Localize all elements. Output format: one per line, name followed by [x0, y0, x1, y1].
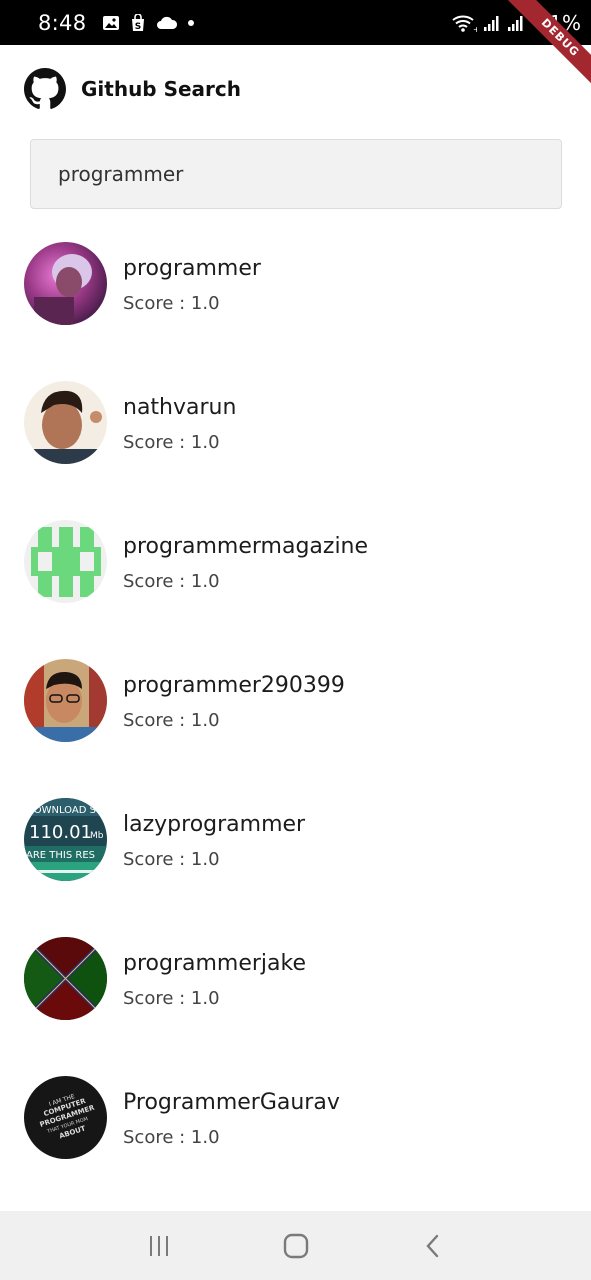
list-item[interactable]: programmer290399 Score : 1.0: [0, 645, 591, 755]
svg-text:S: S: [135, 22, 141, 32]
avatar-text: 110.01: [29, 822, 92, 843]
user-name: ProgrammerGaurav: [123, 1090, 340, 1115]
avatar: [24, 937, 107, 1020]
user-name: nathvarun: [123, 395, 237, 420]
wifi-icon: +: [451, 15, 477, 33]
user-score: Score : 1.0: [123, 710, 220, 731]
user-name: programmer290399: [123, 673, 345, 698]
list-item[interactable]: programmerjake Score : 1.0: [0, 923, 591, 1033]
avatar-text: Mb: [90, 831, 104, 841]
user-score: Score : 1.0: [123, 293, 220, 314]
cloud-icon: [157, 16, 178, 29]
home-icon: [283, 1233, 308, 1258]
signal-icon: [483, 15, 499, 31]
back-icon: [425, 1234, 438, 1257]
user-score: Score : 1.0: [123, 849, 220, 870]
user-score: Score : 1.0: [123, 1127, 220, 1148]
user-name: programmer: [123, 256, 261, 281]
notification-icons: S: [102, 13, 195, 32]
status-bar: 8:48 S + 31%: [0, 0, 591, 45]
avatar-text: ARE THIS RES: [26, 850, 95, 861]
user-score: Score : 1.0: [123, 571, 220, 592]
avatar: [24, 659, 107, 742]
list-item[interactable]: I AM THE COMPUTER PROGRAMMER THAT YOUR M…: [0, 1062, 591, 1172]
user-score: Score : 1.0: [123, 432, 220, 453]
list-item[interactable]: programmer Score : 1.0: [0, 228, 591, 338]
app-title: Github Search: [81, 77, 242, 101]
avatar: [24, 381, 107, 464]
user-score: Score : 1.0: [123, 988, 220, 1009]
search-box[interactable]: [30, 139, 562, 209]
status-time: 8:48: [38, 10, 87, 35]
list-item[interactable]: programmermagazine Score : 1.0: [0, 506, 591, 616]
back-button[interactable]: [403, 1216, 463, 1276]
list-item[interactable]: DOWNLOAD S 110.01 Mb ARE THIS RES lazypr…: [0, 784, 591, 894]
gallery-icon: [103, 15, 120, 30]
avatar: I AM THE COMPUTER PROGRAMMER THAT YOUR M…: [24, 1076, 107, 1159]
search-input[interactable]: [58, 162, 561, 186]
shop-icon: S: [132, 13, 145, 32]
list-item[interactable]: nathvarun Score : 1.0: [0, 367, 591, 477]
avatar: DOWNLOAD S 110.01 Mb ARE THIS RES: [24, 798, 107, 881]
user-name: programmerjake: [123, 951, 307, 976]
signal-icon: [507, 15, 523, 31]
recent-apps-icon: [149, 1235, 168, 1256]
user-name: programmermagazine: [123, 534, 369, 559]
recent-apps-button[interactable]: [129, 1216, 189, 1276]
app-bar: Github Search: [0, 45, 591, 133]
svg-text:+: +: [473, 25, 477, 33]
avatar-text: DOWNLOAD S: [26, 805, 96, 816]
navigation-bar: [0, 1211, 591, 1280]
avatar: [24, 520, 107, 603]
dot-icon: [188, 19, 195, 26]
avatar: [24, 242, 107, 325]
github-logo-icon: [24, 68, 66, 109]
user-name: lazyprogrammer: [123, 812, 306, 837]
home-button[interactable]: [266, 1216, 326, 1276]
